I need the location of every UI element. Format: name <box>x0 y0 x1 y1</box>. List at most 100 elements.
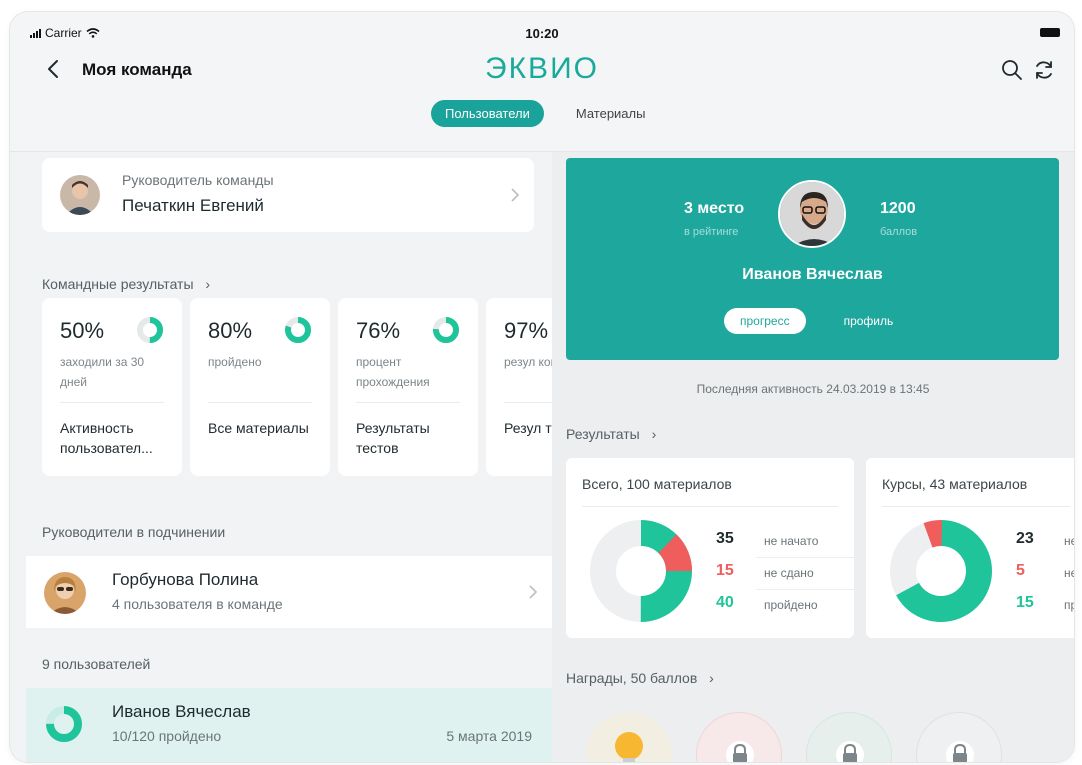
stat-value: 97% <box>504 318 549 343</box>
stat-title: Результаты тестов <box>356 420 430 456</box>
refresh-button[interactable] <box>1032 58 1056 82</box>
awards-link[interactable]: Награды, 50 баллов › <box>566 670 714 686</box>
subordinates-label: Руководители в подчинении <box>42 524 226 540</box>
divider <box>882 506 1070 507</box>
results-card-total[interactable]: Всего, 100 материалов 35 не начато 15 не… <box>566 458 854 638</box>
result-label: не начато <box>764 534 819 548</box>
profile-card: 3 место в рейтинге 1200 баллов Иванов Вя… <box>566 158 1059 360</box>
user-name: Иванов Вячеслав <box>112 702 251 721</box>
results-label: Результаты <box>566 426 640 442</box>
left-panel: Руководитель команды Печаткин Евгений Ко… <box>26 152 552 762</box>
chevron-right-icon <box>529 585 538 599</box>
progress-ring-icon <box>46 706 82 742</box>
rank-caption: в рейтинге <box>684 226 739 238</box>
result-count: 35 <box>716 530 734 547</box>
progress-ring-icon <box>137 317 163 343</box>
team-lead-name: Печаткин Евгений <box>122 196 264 215</box>
team-lead-subtitle: Руководитель команды <box>122 172 274 188</box>
lightbulb-icon <box>615 732 643 762</box>
results-card-title: Всего, 100 материалов <box>582 476 732 492</box>
tab-materials[interactable]: Материалы <box>562 100 660 127</box>
tab-users[interactable]: Пользователи <box>431 100 544 127</box>
stat-title: Все материалы <box>208 420 309 436</box>
battery-icon <box>1040 28 1060 37</box>
stat-description: пройдено <box>208 355 262 369</box>
stat-value: 80% <box>208 318 253 343</box>
result-row: 40 пройдено <box>716 590 854 622</box>
progress-ring-icon <box>433 317 459 343</box>
profile-name: Иванов Вячеслав <box>742 266 883 283</box>
app-logo: ЭКВИО <box>485 52 599 85</box>
search-button[interactable] <box>1000 58 1024 82</box>
user-progress: 10/120 пройдено <box>112 728 222 744</box>
result-row: 15 не сдано <box>716 558 854 590</box>
stat-description: резул коман <box>504 355 552 369</box>
award-badge-locked[interactable] <box>916 712 1002 762</box>
chevron-right-icon: › <box>205 276 211 292</box>
stat-card-tests[interactable]: 76% процент прохождения Результаты тесто… <box>338 298 478 476</box>
award-badge-locked[interactable] <box>696 712 782 762</box>
top-bar: Моя команда ЭКВИО Пользователи Материалы <box>10 42 1074 152</box>
team-results-label: Командные результаты <box>42 276 194 292</box>
lock-icon <box>946 741 974 762</box>
chevron-right-icon <box>511 188 520 202</box>
main-tabs: Пользователи Материалы <box>431 100 659 127</box>
team-results-link[interactable]: Командные результаты › <box>42 276 210 292</box>
users-count-label: 9 пользователей <box>42 656 151 672</box>
divider <box>356 402 460 403</box>
awards-label: Награды, 50 баллов <box>566 670 698 686</box>
result-row: 35 не начато <box>716 526 854 558</box>
result-count: 40 <box>716 594 734 611</box>
app-window: Carrier 10:20 Моя команда ЭКВИО Пользова… <box>10 12 1074 762</box>
last-activity: Последняя активность 24.03.2019 в 13:45 <box>696 382 930 396</box>
stat-card-activity[interactable]: 50% заходили за 30 дней Активность польз… <box>42 298 182 476</box>
awards-row <box>586 712 1066 762</box>
results-card-title: Курсы, 43 материалов <box>882 476 1028 492</box>
result-row: 15 пр <box>1016 590 1074 622</box>
right-panel: 3 место в рейтинге 1200 баллов Иванов Вя… <box>552 152 1074 762</box>
award-badge-locked[interactable] <box>806 712 892 762</box>
tab-progress[interactable]: прогресс <box>724 308 806 334</box>
avatar <box>778 180 846 248</box>
results-link[interactable]: Результаты › <box>566 426 656 442</box>
lock-icon <box>836 741 864 762</box>
divider <box>208 402 312 403</box>
results-donut <box>890 520 992 622</box>
points-caption: баллов <box>880 226 918 238</box>
stat-title: Активность пользовател... <box>60 420 153 456</box>
user-row-selected[interactable]: Иванов Вячеслав 10/120 пройдено 5 марта … <box>26 688 552 762</box>
points-value: 1200 <box>880 200 916 217</box>
results-donut <box>590 520 692 622</box>
results-card-courses[interactable]: Курсы, 43 материалов 23 не 5 не 15 пр <box>866 458 1074 638</box>
result-label: не сдано <box>764 566 814 580</box>
divider <box>60 402 164 403</box>
subordinate-name: Горбунова Полина <box>112 570 259 589</box>
result-label: не <box>1064 566 1074 580</box>
status-time: 10:20 <box>525 26 559 41</box>
result-row: 5 не <box>1016 558 1074 590</box>
stat-description: процент прохождения <box>356 355 430 389</box>
tab-profile[interactable]: профиль <box>828 308 910 334</box>
stat-title: Резул тестов <box>504 420 552 436</box>
stat-value: 76% <box>356 318 401 343</box>
avatar <box>60 175 100 215</box>
avatar <box>44 572 86 614</box>
subordinate-item[interactable]: Горбунова Полина 4 пользователя в команд… <box>26 556 552 628</box>
result-count: 23 <box>1016 530 1034 547</box>
result-count: 5 <box>1016 562 1025 579</box>
stat-value: 50% <box>60 318 105 343</box>
chevron-right-icon: › <box>651 426 657 442</box>
profile-tabs: прогресс профиль <box>724 308 909 334</box>
refresh-icon <box>1036 61 1052 79</box>
user-date: 5 марта 2019 <box>446 728 532 744</box>
result-label: пр <box>1064 598 1074 612</box>
stat-card-tests-partial[interactable]: 97% резул коман Резул тестов <box>486 298 552 476</box>
rank-value: 3 место <box>684 200 745 217</box>
result-row: 23 не <box>1016 526 1074 558</box>
award-badge[interactable] <box>586 712 672 762</box>
team-lead-card[interactable]: Руководитель команды Печаткин Евгений <box>42 158 534 232</box>
result-label: пройдено <box>764 598 818 612</box>
stat-card-materials[interactable]: 80% пройдено Все материалы <box>190 298 330 476</box>
result-count: 15 <box>1016 594 1034 611</box>
chevron-right-icon: › <box>709 670 714 686</box>
